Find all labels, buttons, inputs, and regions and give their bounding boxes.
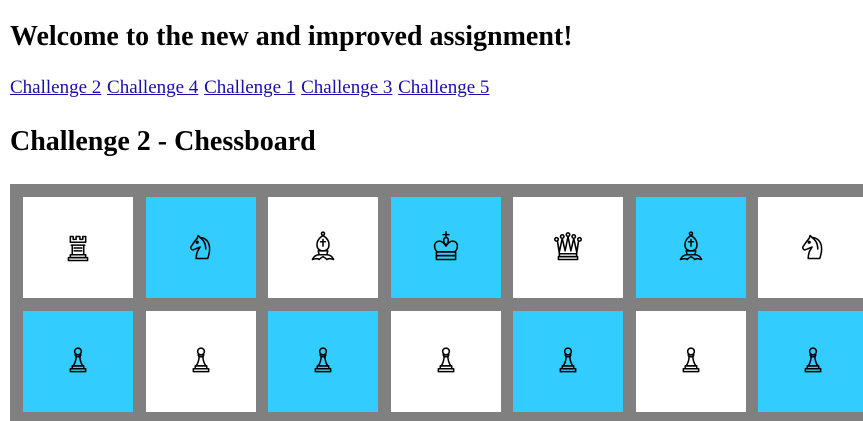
queen-icon — [554, 231, 582, 260]
section-title: Challenge 2 - Chessboard — [10, 126, 316, 157]
board-square[interactable] — [23, 197, 133, 298]
pawn-icon — [804, 346, 822, 372]
board-square[interactable] — [513, 197, 623, 298]
board-square[interactable] — [636, 311, 746, 412]
challenge-nav: Challenge 2 Challenge 4 Challenge 1 Chal… — [10, 75, 490, 101]
bishop-icon — [679, 230, 703, 260]
board-square[interactable] — [146, 197, 256, 298]
pawn-icon — [192, 346, 210, 372]
board-square[interactable] — [391, 311, 501, 412]
pawn-icon — [682, 346, 700, 372]
board-square[interactable] — [268, 311, 378, 412]
king-icon — [433, 230, 459, 260]
nav-link-challenge-5[interactable]: Challenge 5 — [398, 77, 489, 98]
pawn-icon — [559, 346, 577, 372]
board-square[interactable] — [146, 311, 256, 412]
pawn-icon — [69, 346, 87, 372]
board-square[interactable] — [636, 197, 746, 298]
board-square[interactable] — [758, 197, 863, 298]
chessboard — [10, 184, 863, 421]
board-square[interactable] — [23, 311, 133, 412]
nav-link-challenge-3[interactable]: Challenge 3 — [301, 77, 392, 98]
pawn-icon — [437, 346, 455, 372]
rook-icon — [67, 235, 89, 261]
page-title: Welcome to the new and improved assignme… — [10, 21, 573, 52]
knight-icon — [190, 234, 211, 259]
board-square[interactable] — [268, 197, 378, 298]
board-square[interactable] — [513, 311, 623, 412]
board-square[interactable] — [758, 311, 863, 412]
board-square[interactable] — [391, 197, 501, 298]
nav-link-challenge-2[interactable]: Challenge 2 — [10, 77, 101, 98]
nav-link-challenge-1[interactable]: Challenge 1 — [204, 77, 295, 98]
nav-link-challenge-4[interactable]: Challenge 4 — [107, 77, 198, 98]
knight-icon — [802, 234, 823, 259]
pawn-icon — [314, 346, 332, 372]
bishop-icon — [311, 230, 335, 260]
